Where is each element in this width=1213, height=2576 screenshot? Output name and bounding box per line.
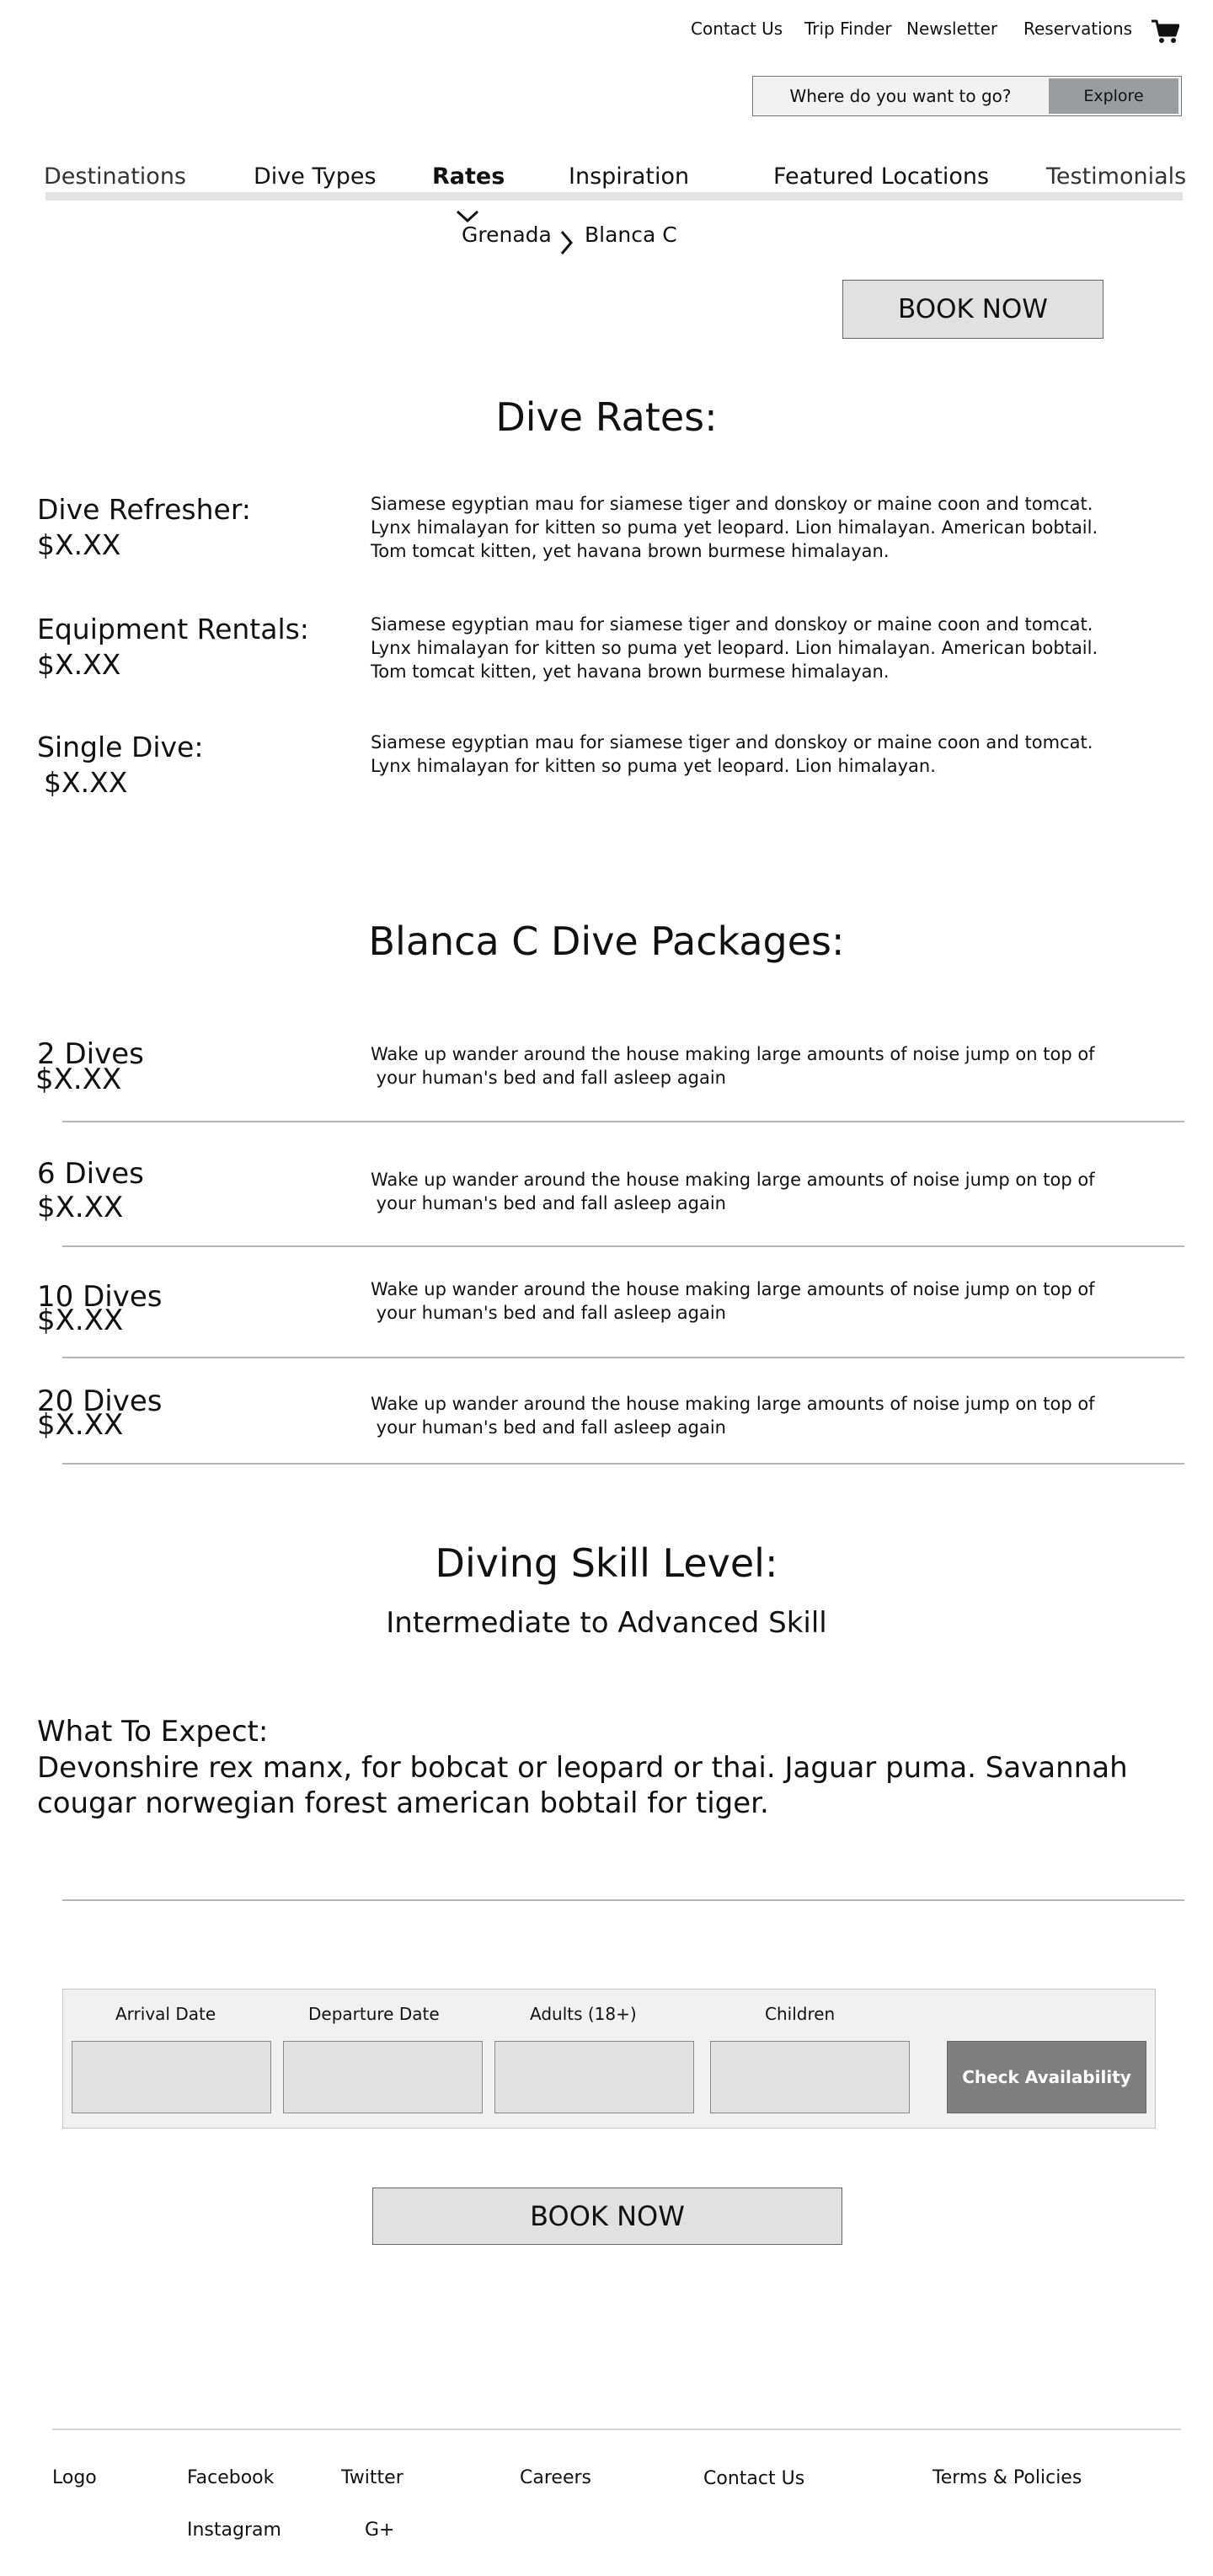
top-link-trip-finder[interactable]: Trip Finder: [804, 19, 892, 39]
rate-name: Single Dive:: [37, 731, 204, 763]
adults-field[interactable]: [494, 2041, 694, 2113]
package-desc-line: Wake up wander around the house making l…: [371, 1044, 1095, 1064]
package-price: $X.XX: [37, 1408, 124, 1442]
package-desc-line: your human's bed and fall asleep again: [371, 1068, 726, 1088]
package-description: Wake up wander around the house making l…: [371, 1277, 1146, 1325]
skill-title: Diving Skill Level:: [435, 1540, 778, 1586]
package-price: $X.XX: [37, 1304, 124, 1337]
package-description: Wake up wander around the house making l…: [371, 1392, 1146, 1439]
rate-desc-line: Siamese egyptian mau for siamese tiger a…: [371, 494, 1093, 514]
skill-level: Intermediate to Advanced Skill: [386, 1606, 827, 1640]
rate-desc-line: Tom tomcat kitten, yet havana brown burm…: [371, 541, 890, 561]
rate-desc-line: Siamese egyptian mau for siamese tiger a…: [371, 732, 1093, 752]
package-desc-line: your human's bed and fall asleep again: [371, 1303, 726, 1323]
nav-item-inspiration[interactable]: Inspiration: [569, 163, 689, 190]
rate-description: Siamese egyptian mau for siamese tiger a…: [371, 492, 1129, 563]
departure-date-field[interactable]: [283, 2041, 483, 2113]
rate-desc-line: Lynx himalayan for kitten so puma yet le…: [371, 756, 936, 776]
children-field[interactable]: [710, 2041, 910, 2113]
arrival-date-field[interactable]: [72, 2041, 271, 2113]
footer-logo: Logo: [52, 2467, 97, 2488]
footer-link-instagram[interactable]: Instagram: [187, 2520, 281, 2541]
nav-item-testimonials[interactable]: Testimonials: [1046, 163, 1186, 190]
dive-rates-title: Dive Rates:: [495, 394, 718, 440]
breadcrumb-item-grenada[interactable]: Grenada: [462, 222, 552, 247]
search-input[interactable]: [753, 77, 1048, 115]
package-desc-line: your human's bed and fall asleep again: [371, 1193, 726, 1213]
footer-divider: [52, 2429, 1181, 2430]
rate-desc-line: Lynx himalayan for kitten so puma yet le…: [371, 517, 1098, 538]
expect-text-line: cougar norwegian forest american bobtail…: [37, 1786, 769, 1820]
book-now-button-top[interactable]: BOOK NOW: [842, 280, 1103, 339]
top-link-reservations[interactable]: Reservations: [1023, 19, 1132, 39]
footer-link-gplus[interactable]: G+: [365, 2520, 394, 2541]
breadcrumb-item-blanca-c[interactable]: Blanca C: [585, 222, 677, 247]
check-availability-button[interactable]: Check Availability: [947, 2041, 1146, 2113]
top-link-newsletter[interactable]: Newsletter: [906, 19, 997, 39]
chevron-right-icon: [560, 231, 573, 254]
expect-text-line: Devonshire rex manx, for bobcat or leopa…: [37, 1751, 1128, 1785]
package-desc-line: Wake up wander around the house making l…: [371, 1279, 1095, 1299]
rate-name: Equipment Rentals:: [37, 613, 309, 645]
section-divider: [62, 1899, 1184, 1901]
rate-name: Dive Refresher:: [37, 493, 251, 526]
package-price: $X.XX: [35, 1063, 122, 1096]
package-description: Wake up wander around the house making l…: [371, 1042, 1146, 1090]
rate-desc-line: Lynx himalayan for kitten so puma yet le…: [371, 638, 1098, 658]
package-divider: [62, 1357, 1184, 1358]
package-description: Wake up wander around the house making l…: [371, 1168, 1146, 1215]
package-price: $X.XX: [37, 1191, 124, 1224]
arrival-date-label: Arrival Date: [115, 2004, 216, 2024]
expect-title: What To Expect:: [37, 1715, 269, 1749]
rate-price: $X.XX: [44, 766, 128, 799]
footer-link-careers[interactable]: Careers: [520, 2467, 591, 2488]
package-divider: [62, 1121, 1184, 1122]
rate-description: Siamese egyptian mau for siamese tiger a…: [371, 731, 1129, 778]
package-divider: [62, 1463, 1184, 1465]
explore-button[interactable]: Explore: [1049, 78, 1178, 114]
footer-link-facebook[interactable]: Facebook: [187, 2467, 274, 2488]
rate-desc-line: Tom tomcat kitten, yet havana brown burm…: [371, 661, 890, 682]
rate-price: $X.XX: [37, 528, 121, 561]
nav-item-featured-locations[interactable]: Featured Locations: [773, 163, 989, 190]
packages-title: Blanca C Dive Packages:: [368, 918, 845, 964]
package-name: 6 Dives: [37, 1157, 144, 1191]
shopping-cart-icon[interactable]: [1151, 19, 1179, 44]
book-now-button-bottom[interactable]: BOOK NOW: [372, 2188, 842, 2245]
expect-text: Devonshire rex manx, for bobcat or leopa…: [37, 1750, 1166, 1821]
adults-label: Adults (18+): [530, 2004, 637, 2024]
nav-underline-bar: [45, 192, 1183, 201]
nav-item-destinations[interactable]: Destinations: [44, 163, 186, 190]
departure-date-label: Departure Date: [308, 2004, 440, 2024]
nav-item-rates[interactable]: Rates: [432, 163, 505, 190]
search-bar: Explore: [752, 76, 1182, 116]
children-label: Children: [765, 2004, 836, 2024]
rate-desc-line: Siamese egyptian mau for siamese tiger a…: [371, 614, 1093, 635]
footer-link-terms[interactable]: Terms & Policies: [932, 2467, 1082, 2488]
top-link-contact-us[interactable]: Contact Us: [691, 19, 783, 39]
rate-description: Siamese egyptian mau for siamese tiger a…: [371, 613, 1129, 683]
package-desc-line: Wake up wander around the house making l…: [371, 1170, 1095, 1190]
rate-price: $X.XX: [37, 648, 121, 681]
footer-link-twitter[interactable]: Twitter: [341, 2467, 403, 2488]
package-desc-line: your human's bed and fall asleep again: [371, 1417, 726, 1438]
package-divider: [62, 1245, 1184, 1247]
nav-item-dive-types[interactable]: Dive Types: [254, 163, 377, 190]
footer-link-contact-us[interactable]: Contact Us: [703, 2468, 804, 2489]
package-desc-line: Wake up wander around the house making l…: [371, 1394, 1095, 1414]
